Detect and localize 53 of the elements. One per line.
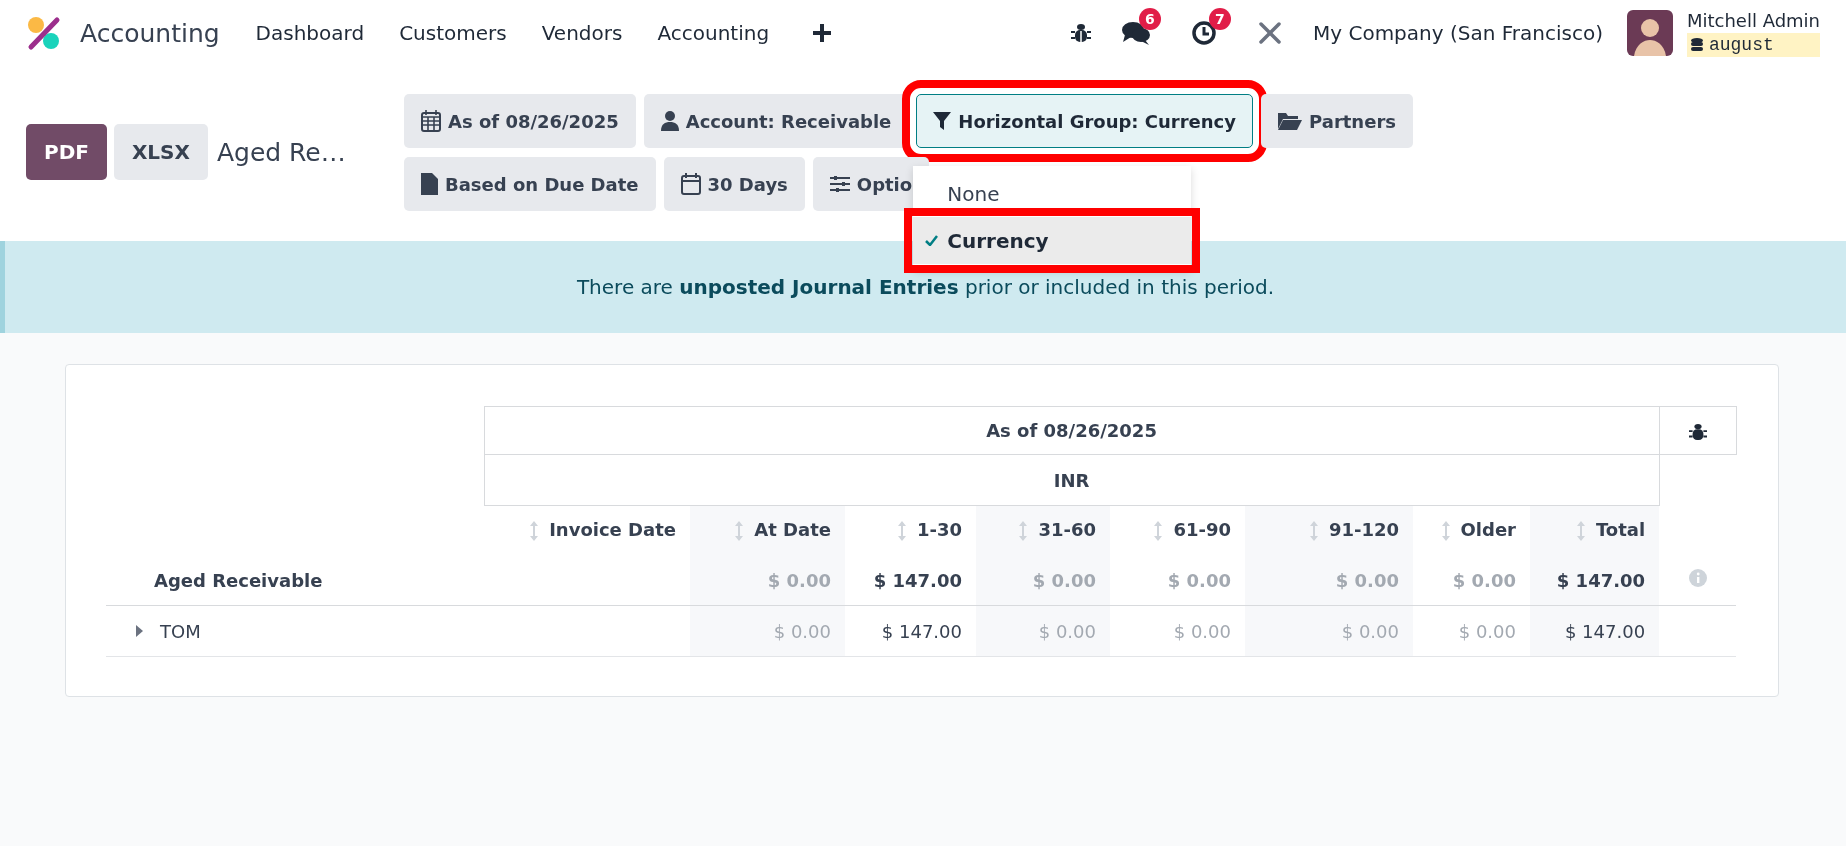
currency-header: INR <box>484 454 1660 506</box>
user-name[interactable]: Mitchell Admin <box>1686 9 1820 31</box>
period-header: As of 08/26/2025 <box>484 406 1660 455</box>
app-name[interactable]: Accounting <box>80 18 220 48</box>
user-icon <box>660 111 679 131</box>
app-logo-icon[interactable] <box>26 15 62 51</box>
expand-caret-icon[interactable] <box>136 625 144 638</box>
column-header[interactable]: 61-90 <box>1110 505 1245 555</box>
menu-item[interactable]: Customers <box>399 21 507 45</box>
column-header[interactable]: Invoice Date <box>484 505 690 555</box>
file-icon <box>421 173 438 195</box>
notification-badge: 6 <box>1139 8 1161 30</box>
bug-icon[interactable] <box>1071 22 1091 44</box>
table-cell: $ 0.00 <box>690 555 845 606</box>
table-cell: $ 0.00 <box>976 605 1110 657</box>
export-button[interactable]: PDF <box>26 124 107 180</box>
filter-button[interactable]: As of 08/26/2025 <box>404 94 636 148</box>
table-cell: $ 0.00 <box>690 605 845 657</box>
column-header[interactable]: 31-60 <box>976 505 1110 555</box>
menu-item[interactable]: Accounting <box>657 21 770 45</box>
column-header[interactable]: Total <box>1530 505 1660 555</box>
column-header[interactable]: Older <box>1413 505 1530 555</box>
folder-icon <box>1278 111 1303 131</box>
filter-button[interactable]: Based on Due Date <box>404 157 656 211</box>
table-cell: $ 147.00 <box>1530 605 1660 657</box>
sliders-icon <box>829 175 850 193</box>
clock-icon[interactable] <box>1191 20 1217 46</box>
calendar-icon <box>421 110 441 132</box>
column-header[interactable]: At Date <box>690 505 845 555</box>
row-label: Aged Receivable <box>154 569 323 591</box>
company-switcher[interactable]: My Company (San Francisco) <box>1313 21 1603 45</box>
table-cell: $ 0.00 <box>976 555 1110 606</box>
menu-item[interactable]: Vendors <box>541 21 623 45</box>
notification-badge: 7 <box>1209 8 1231 30</box>
export-button[interactable]: XLSX <box>113 124 208 180</box>
plus-icon[interactable] <box>813 24 832 42</box>
calendar-icon <box>680 173 701 195</box>
menu-item[interactable]: Dashboard <box>255 21 365 45</box>
table-cell: $ 0.00 <box>1245 605 1413 657</box>
database-name: august <box>1686 32 1820 57</box>
check-icon <box>925 235 939 246</box>
table-cell: $ 0.00 <box>1245 555 1413 606</box>
column-header[interactable]: 91-120 <box>1245 505 1413 555</box>
filter-icon <box>933 111 952 131</box>
table-cell: $ 147.00 <box>1530 555 1660 606</box>
filter-button[interactable]: 30 Days <box>663 157 805 211</box>
database-icon <box>1690 37 1703 52</box>
bug-icon[interactable] <box>1688 421 1707 442</box>
filter-button[interactable]: Partners <box>1261 94 1413 148</box>
avatar[interactable] <box>1626 10 1673 56</box>
column-header[interactable]: 1-30 <box>845 505 976 555</box>
report-title: Aged Re… <box>216 137 346 167</box>
row-label[interactable]: TOM <box>160 620 201 642</box>
